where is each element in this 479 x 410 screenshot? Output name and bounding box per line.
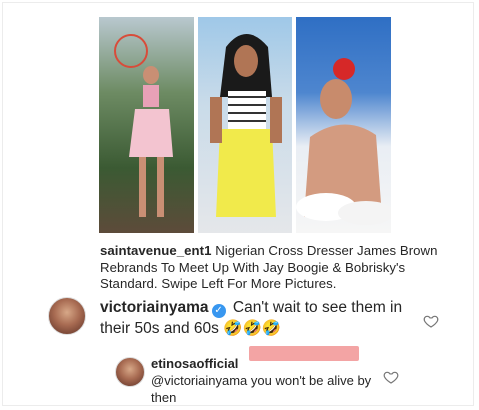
comment-username[interactable]: victoriainyama [100,299,209,316]
heart-icon[interactable] [383,369,399,385]
photo-2[interactable] [197,17,293,233]
comment-2: etinosaofficial @victoriainyama you won'… [151,355,381,406]
photo-1[interactable] [99,17,194,233]
person-figure-icon [114,34,173,217]
comment-emoji: 🤣🤣🤣 [223,320,282,337]
verified-badge-icon: ✓ [211,304,226,318]
comment-mention[interactable]: @victoriainyama [151,373,247,388]
comment-1: victoriainyama ✓ Can't wait to see them i… [100,297,422,339]
photo-collage[interactable] [99,17,392,233]
avatar[interactable] [115,357,145,387]
caption-username[interactable]: saintavenue_ent1 [100,243,211,258]
post-caption: saintavenue_ent1 Nigerian Cross Dresser … [100,243,440,293]
heart-icon[interactable] [423,313,439,329]
post-card: saintavenue_ent1 Nigerian Cross Dresser … [2,2,474,406]
person-figure-icon [296,58,392,225]
avatar[interactable] [48,297,86,335]
person-figure-icon [209,34,282,217]
comment-username[interactable]: etinosaofficial [151,356,238,371]
photo-3[interactable] [296,17,392,233]
